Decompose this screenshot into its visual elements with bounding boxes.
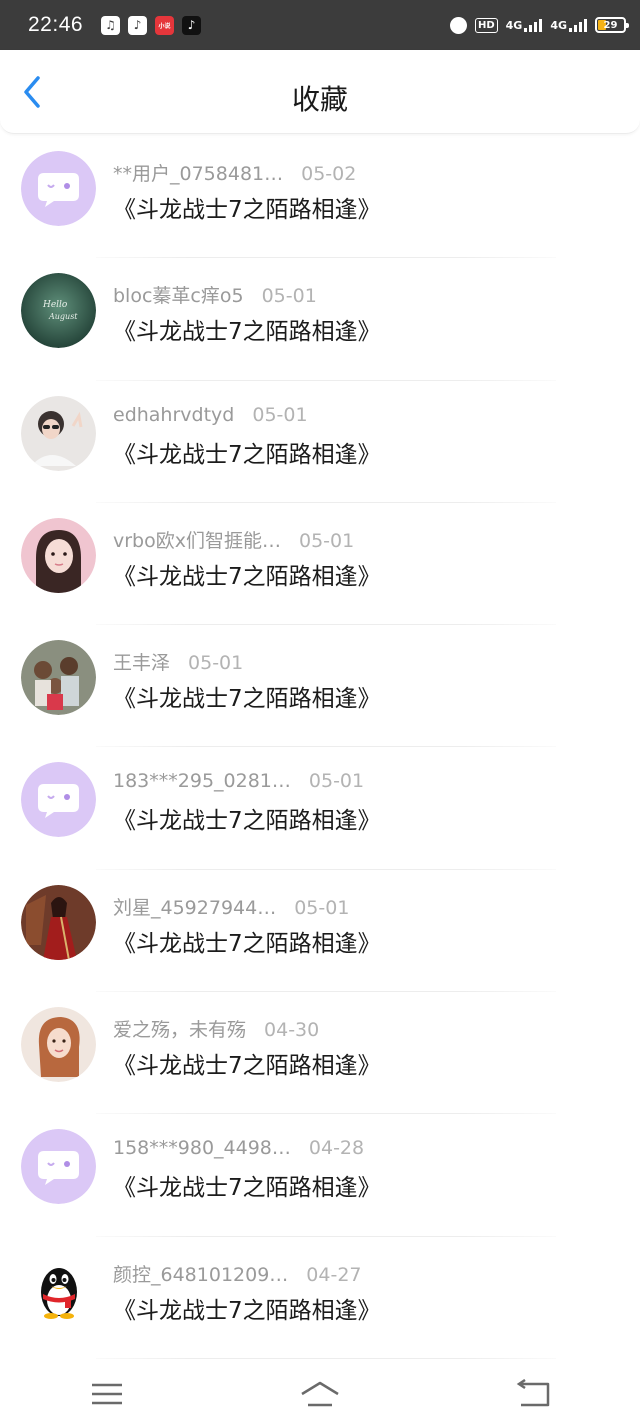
music-icon: ♫: [101, 15, 121, 35]
username: **用户_0758481…: [113, 163, 284, 185]
favorite-item[interactable]: 爱之殇，未有殇 04-30 《斗龙战士7之陌路相逢》: [0, 992, 640, 1115]
date: 05-01: [294, 896, 350, 919]
item-meta: 王丰泽 05-01: [113, 648, 243, 675]
favorite-item[interactable]: 刘星_45927944… 05-01 《斗龙战士7之陌路相逢》: [0, 870, 640, 993]
network-type-label: 4G: [505, 19, 523, 32]
favorite-title: 《斗龙战士7之陌路相逢》: [113, 1297, 381, 1324]
favorite-title: 《斗龙战士7之陌路相逢》: [113, 319, 381, 346]
favorite-title: 《斗龙战士7之陌路相逢》: [113, 441, 381, 468]
avatar[interactable]: [21, 517, 96, 593]
avatar[interactable]: [21, 395, 96, 471]
avatar[interactable]: [21, 1007, 96, 1083]
svg-text:August: August: [48, 312, 78, 321]
favorite-title: 《斗龙战士7之陌路相逢》: [113, 930, 381, 957]
divider: [96, 1357, 556, 1359]
date: 05-01: [188, 652, 244, 675]
svg-text:Hello: Hello: [42, 300, 68, 310]
avatar[interactable]: [21, 1251, 96, 1327]
avatar[interactable]: Hello August: [21, 273, 96, 349]
username: 颜控_648101209…: [113, 1263, 289, 1286]
favorite-item[interactable]: 183***295_0281… 05-01 《斗龙战士7之陌路相逢》: [0, 747, 640, 870]
status-app-icons: ♫ ♪ 小说 ♪: [101, 15, 202, 35]
username: 158***980_4498…: [113, 1137, 291, 1160]
date: 05-01: [252, 403, 308, 426]
home-button[interactable]: [290, 1371, 350, 1417]
status-bar: 22:46 ♫ ♪ 小说 ♪ HD 4G 4G 29: [0, 0, 640, 50]
favorite-item[interactable]: 158***980_4498… 04-28 《斗龙战士7之陌路相逢》: [0, 1114, 640, 1237]
page-title: 收藏: [291, 83, 348, 116]
battery-icon: 29: [595, 17, 629, 33]
system-nav-bar: [0, 1361, 640, 1427]
network-type-label: 4G: [550, 19, 567, 32]
favorites-list: **用户_0758481… 05-02 《斗龙战士7之陌路相逢》 Hello Augus…: [0, 136, 640, 1359]
avatar[interactable]: [21, 1129, 96, 1205]
item-meta: edhahrvdtyd 05-01: [113, 404, 308, 426]
home-icon: [301, 1381, 339, 1407]
news-icon: 小说: [155, 15, 175, 35]
favorite-title: 《斗龙战士7之陌路相逢》: [113, 1053, 381, 1080]
system-back-button[interactable]: [503, 1371, 563, 1417]
username: 刘星_45927944…: [113, 896, 277, 919]
item-meta: 颜控_648101209… 04-27: [113, 1260, 362, 1287]
network-indicator-1: 4G: [506, 18, 543, 32]
avatar[interactable]: [21, 762, 96, 838]
status-indicators: HD 4G 4G 29: [449, 16, 629, 34]
avatar[interactable]: [21, 884, 96, 960]
hd-badge: HD: [474, 17, 498, 33]
menu-icon: [91, 1383, 122, 1405]
username: bloc蓁革c痒o5: [113, 285, 244, 308]
network-indicator-2: 4G: [550, 18, 587, 32]
item-meta: 刘星_45927944… 05-01: [113, 893, 349, 920]
favorite-item[interactable]: 王丰泽 05-01 《斗龙战士7之陌路相逢》: [0, 625, 640, 748]
status-time: 22:46: [28, 13, 84, 36]
date: 04-27: [306, 1263, 362, 1286]
date: 05-01: [299, 529, 355, 552]
favorite-title: 《斗龙战士7之陌路相逢》: [113, 808, 381, 835]
username: edhahrvdtyd: [113, 403, 235, 426]
item-meta: 158***980_4498… 04-28: [113, 1137, 364, 1159]
username: 王丰泽: [113, 652, 171, 675]
menu-button[interactable]: [77, 1371, 137, 1417]
item-meta: bloc蓁革c痒o5 05-01: [113, 281, 317, 308]
favorite-item[interactable]: Hello August bloc蓁革c痒o5 05-01 《斗龙战士7之陌路相逢》: [0, 258, 640, 381]
avatar[interactable]: [21, 151, 96, 226]
favorite-item[interactable]: vrbo欧x们智捱能… 05-01 《斗龙战士7之陌路相逢》: [0, 503, 640, 626]
date: 04-28: [308, 1137, 365, 1160]
signal-icon: [569, 18, 587, 32]
date: 05-01: [261, 285, 317, 308]
back-icon: [517, 1379, 550, 1407]
username: vrbo欧x们智捱能…: [113, 529, 281, 552]
item-meta: vrbo欧x们智捱能… 05-01: [113, 526, 354, 553]
favorite-title: 《斗龙战士7之陌路相逢》: [113, 563, 381, 590]
favorite-item[interactable]: edhahrvdtyd 05-01 《斗龙战士7之陌路相逢》: [0, 381, 640, 503]
username: 183***295_0281…: [113, 770, 291, 793]
favorite-title: 《斗龙战士7之陌路相逢》: [113, 686, 381, 713]
tiktok-icon: ♪: [182, 15, 202, 35]
favorite-item[interactable]: 颜控_648101209… 04-27 《斗龙战士7之陌路相逢》: [0, 1237, 640, 1359]
favorite-item[interactable]: **用户_0758481… 05-02 《斗龙战士7之陌路相逢》: [0, 136, 640, 259]
app-header: 收藏: [0, 50, 640, 134]
battery-percent: 29: [603, 19, 618, 31]
note-icon: ♪: [128, 15, 148, 35]
avatar[interactable]: [21, 640, 96, 716]
favorite-title: 《斗龙战士7之陌路相逢》: [113, 197, 381, 223]
item-meta: 爱之殇，未有殇 04-30: [113, 1015, 319, 1042]
item-meta: **用户_0758481… 05-02: [113, 159, 356, 186]
date: 05-01: [308, 770, 365, 793]
alarm-icon: [449, 16, 467, 34]
item-meta: 183***295_0281… 05-01: [113, 770, 364, 792]
date: 04-30: [264, 1019, 320, 1042]
signal-icon: [524, 18, 543, 32]
favorite-title: 《斗龙战士7之陌路相逢》: [113, 1175, 381, 1202]
date: 05-02: [301, 163, 357, 185]
username: 爱之殇，未有殇: [113, 1019, 247, 1042]
